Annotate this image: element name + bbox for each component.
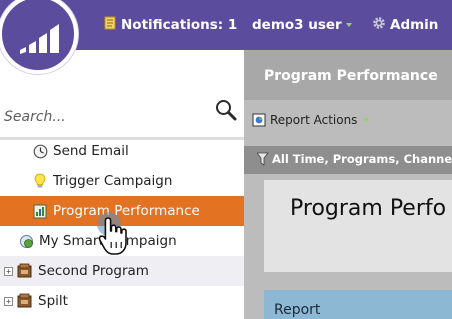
- tree-item-spilt[interactable]: + Spilt: [0, 286, 244, 316]
- expand-icon[interactable]: +: [4, 296, 13, 306]
- tree-item-label: Spilt: [38, 293, 68, 309]
- report-filter-label: All Time, Programs, Channel: [272, 152, 452, 166]
- admin-label: Admin: [390, 17, 439, 33]
- search-icon: [216, 100, 237, 121]
- user-menu[interactable]: demo3 user: [252, 0, 352, 50]
- notifications-link[interactable]: Notifications: 1: [104, 0, 237, 50]
- page-title: Program Performance: [264, 68, 438, 84]
- gear-icon: [372, 16, 386, 34]
- report-icon: [32, 203, 48, 219]
- report-actions-icon: [252, 113, 266, 127]
- logo-bars-icon: [20, 24, 59, 54]
- report-actions-label: Report Actions: [270, 113, 358, 127]
- hand-cursor-icon: [96, 212, 136, 262]
- admin-link[interactable]: Admin: [372, 0, 438, 50]
- program-folder-icon: [17, 263, 33, 279]
- notification-note-icon: [104, 16, 117, 34]
- report-section-label: Report: [274, 302, 321, 318]
- chevron-down-icon: [363, 118, 370, 122]
- search-input[interactable]: [4, 106, 204, 128]
- filter-funnel-icon: [256, 151, 269, 170]
- report-card-title: Program Perfo: [290, 196, 447, 221]
- tree-item-send-email[interactable]: Send Email: [0, 136, 244, 166]
- notifications-label: Notifications: 1: [121, 17, 238, 33]
- search-button[interactable]: [214, 98, 238, 122]
- clock-icon: [32, 143, 48, 159]
- tree-item-trigger-campaign[interactable]: Trigger Campaign: [0, 166, 244, 196]
- tree-item-label: Second Program: [38, 263, 149, 279]
- chevron-down-icon: [345, 23, 352, 27]
- report-title-card: [264, 180, 452, 272]
- user-label: demo3 user: [252, 17, 342, 33]
- lightbulb-icon: [32, 173, 48, 189]
- tree-item-label: Trigger Campaign: [53, 173, 173, 189]
- smart-campaign-icon: [18, 233, 34, 249]
- program-folder-icon: [17, 293, 33, 309]
- expand-icon[interactable]: +: [4, 266, 13, 276]
- report-actions-menu[interactable]: Report Actions: [252, 106, 370, 134]
- tree-item-label: Send Email: [53, 143, 129, 159]
